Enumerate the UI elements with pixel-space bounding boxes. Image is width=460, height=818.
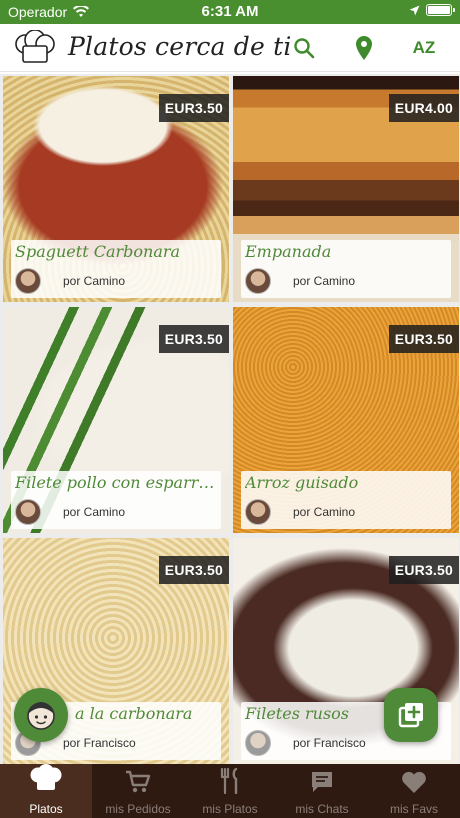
price-badge: EUR4.00 (388, 94, 459, 122)
avatar (245, 730, 271, 756)
tab-bar: Platos mis Pedidos mis Platos mis Chats … (0, 764, 460, 818)
cart-icon (126, 770, 151, 793)
dish-author: por Camino (293, 505, 356, 519)
battery-icon (426, 4, 455, 16)
tab-mis-platos[interactable]: mis Platos (184, 764, 276, 818)
tab-label: mis Chats (295, 802, 349, 816)
price-badge: EUR3.50 (158, 94, 229, 122)
dish-card[interactable]: EUR3.50 Filete pollo con esparragos y...… (3, 307, 229, 533)
tab-platos[interactable]: Platos (0, 764, 92, 818)
dish-card[interactable]: EUR4.00 Empanada por Camino (233, 76, 459, 302)
avatar (245, 499, 271, 525)
chef-hat-icon (30, 764, 62, 790)
avatar (245, 268, 271, 294)
dish-info: Spaguett Carbonara por Camino (11, 240, 221, 298)
dish-info: Empanada por Camino (241, 240, 451, 298)
sort-az-label: AZ (412, 38, 436, 57)
fork-knife-icon (220, 768, 238, 794)
status-bar: Operador 6:31 AM (0, 0, 460, 24)
add-dish-button[interactable] (384, 688, 438, 742)
map-pin-icon (356, 36, 372, 60)
add-library-icon (398, 703, 423, 728)
tab-label: Platos (29, 802, 63, 816)
profile-fab-button[interactable] (14, 688, 68, 742)
dish-name: a la carbonara (75, 704, 193, 723)
avatar (15, 499, 41, 525)
tab-label: mis Platos (202, 802, 258, 816)
search-button[interactable] (290, 34, 318, 62)
dish-author: por Camino (63, 274, 126, 288)
tab-mis-favs[interactable]: mis Favs (368, 764, 460, 818)
dish-name: Empanada (245, 242, 332, 261)
tab-label: mis Pedidos (105, 802, 171, 816)
search-icon (294, 38, 315, 59)
dish-info: Filete pollo con esparragos y... por Cam… (11, 471, 221, 529)
avatar (15, 268, 41, 294)
app-header: Platos cerca de ti AZ (0, 24, 460, 72)
chef-hat-logo-icon (15, 30, 55, 63)
dish-info: Arroz guisado por Camino (241, 471, 451, 529)
price-badge: EUR3.50 (388, 325, 459, 353)
location-button[interactable] (350, 34, 378, 62)
status-right (409, 4, 455, 16)
dish-name: Filete pollo con esparragos y... (15, 473, 217, 492)
price-badge: EUR3.50 (158, 556, 229, 584)
dish-grid: EUR3.50 Spaguett Carbonara por Camino EU… (0, 74, 460, 766)
dish-author: por Camino (63, 505, 126, 519)
chat-icon (312, 772, 332, 792)
dish-author: por Francisco (63, 736, 136, 750)
dish-name: Spaguett Carbonara (15, 242, 181, 261)
status-time: 6:31 AM (201, 3, 259, 20)
price-badge: EUR3.50 (388, 556, 459, 584)
dish-card[interactable]: EUR3.50 Spaguett Carbonara por Camino (3, 76, 229, 302)
face-icon (27, 702, 55, 730)
price-badge: EUR3.50 (158, 325, 229, 353)
dish-author: por Francisco (293, 736, 366, 750)
tab-mis-pedidos[interactable]: mis Pedidos (92, 764, 184, 818)
page-title: Platos cerca de ti (68, 32, 292, 61)
dish-author: por Camino (293, 274, 356, 288)
sort-az-button[interactable]: AZ (410, 34, 438, 62)
heart-icon (402, 771, 426, 793)
tab-label: mis Favs (390, 802, 438, 816)
dish-card[interactable]: EUR3.50 Arroz guisado por Camino (233, 307, 459, 533)
location-arrow-icon (409, 5, 420, 15)
tab-mis-chats[interactable]: mis Chats (276, 764, 368, 818)
dish-name: Arroz guisado (245, 473, 359, 492)
